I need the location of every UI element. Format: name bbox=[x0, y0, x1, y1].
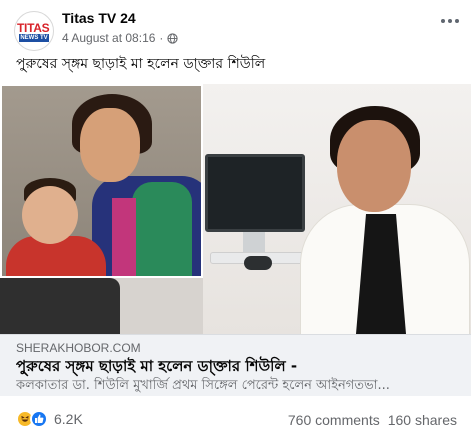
page-avatar[interactable]: TITAS NEWS TV bbox=[14, 11, 54, 51]
post-caption: পু্রুষের স্ঙ্গম ছাড়াই মা হলেন ডা্ক্তার … bbox=[16, 56, 266, 72]
reaction-count: 6.2K bbox=[54, 411, 83, 427]
post-meta: 4 August at 08:16 · bbox=[62, 31, 179, 45]
reactions-summary[interactable]: 6.2K bbox=[16, 410, 83, 428]
post-timestamp[interactable]: 4 August at 08:16 bbox=[62, 31, 155, 45]
post-image[interactable]: i bbox=[0, 84, 471, 334]
saree-green-shape bbox=[132, 182, 192, 276]
globe-icon bbox=[167, 32, 179, 44]
facebook-post: TITAS NEWS TV Titas TV 24 4 August at 08… bbox=[0, 0, 471, 438]
mother-baby-photo bbox=[0, 84, 203, 278]
link-description: কলকাতার ডা. শিউলি মুখার্জি প্রথম সিঙ্গেল… bbox=[16, 378, 390, 393]
link-preview[interactable]: SHERAKHOBOR.COM পু্রুষের স্ঙ্গম ছাড়াই ম… bbox=[0, 334, 471, 396]
mouse-shape bbox=[244, 256, 272, 270]
post-header: TITAS NEWS TV Titas TV 24 4 August at 08… bbox=[14, 8, 464, 51]
comments-count[interactable]: 760 comments bbox=[288, 412, 380, 428]
engagement-bar: 6.2K 760 comments 160 shares bbox=[0, 404, 471, 434]
monitor-shape bbox=[205, 154, 305, 232]
avatar-brand-text: TITAS bbox=[17, 21, 50, 35]
shares-count[interactable]: 160 shares bbox=[388, 412, 457, 428]
engagement-counts: 760 comments 160 shares bbox=[288, 412, 457, 428]
link-domain: SHERAKHOBOR.COM bbox=[16, 341, 141, 355]
meta-separator: · bbox=[159, 31, 164, 45]
saree-pink-shape bbox=[112, 198, 136, 276]
like-icon bbox=[30, 410, 48, 428]
more-options-icon[interactable] bbox=[438, 14, 462, 28]
avatar-sub-text: NEWS TV bbox=[19, 34, 49, 42]
chair-shape bbox=[0, 278, 120, 334]
doctor-face-shape bbox=[337, 120, 411, 212]
woman-face-shape bbox=[80, 108, 140, 182]
page-name-link[interactable]: Titas TV 24 bbox=[62, 10, 136, 26]
baby-face-shape bbox=[22, 186, 78, 244]
